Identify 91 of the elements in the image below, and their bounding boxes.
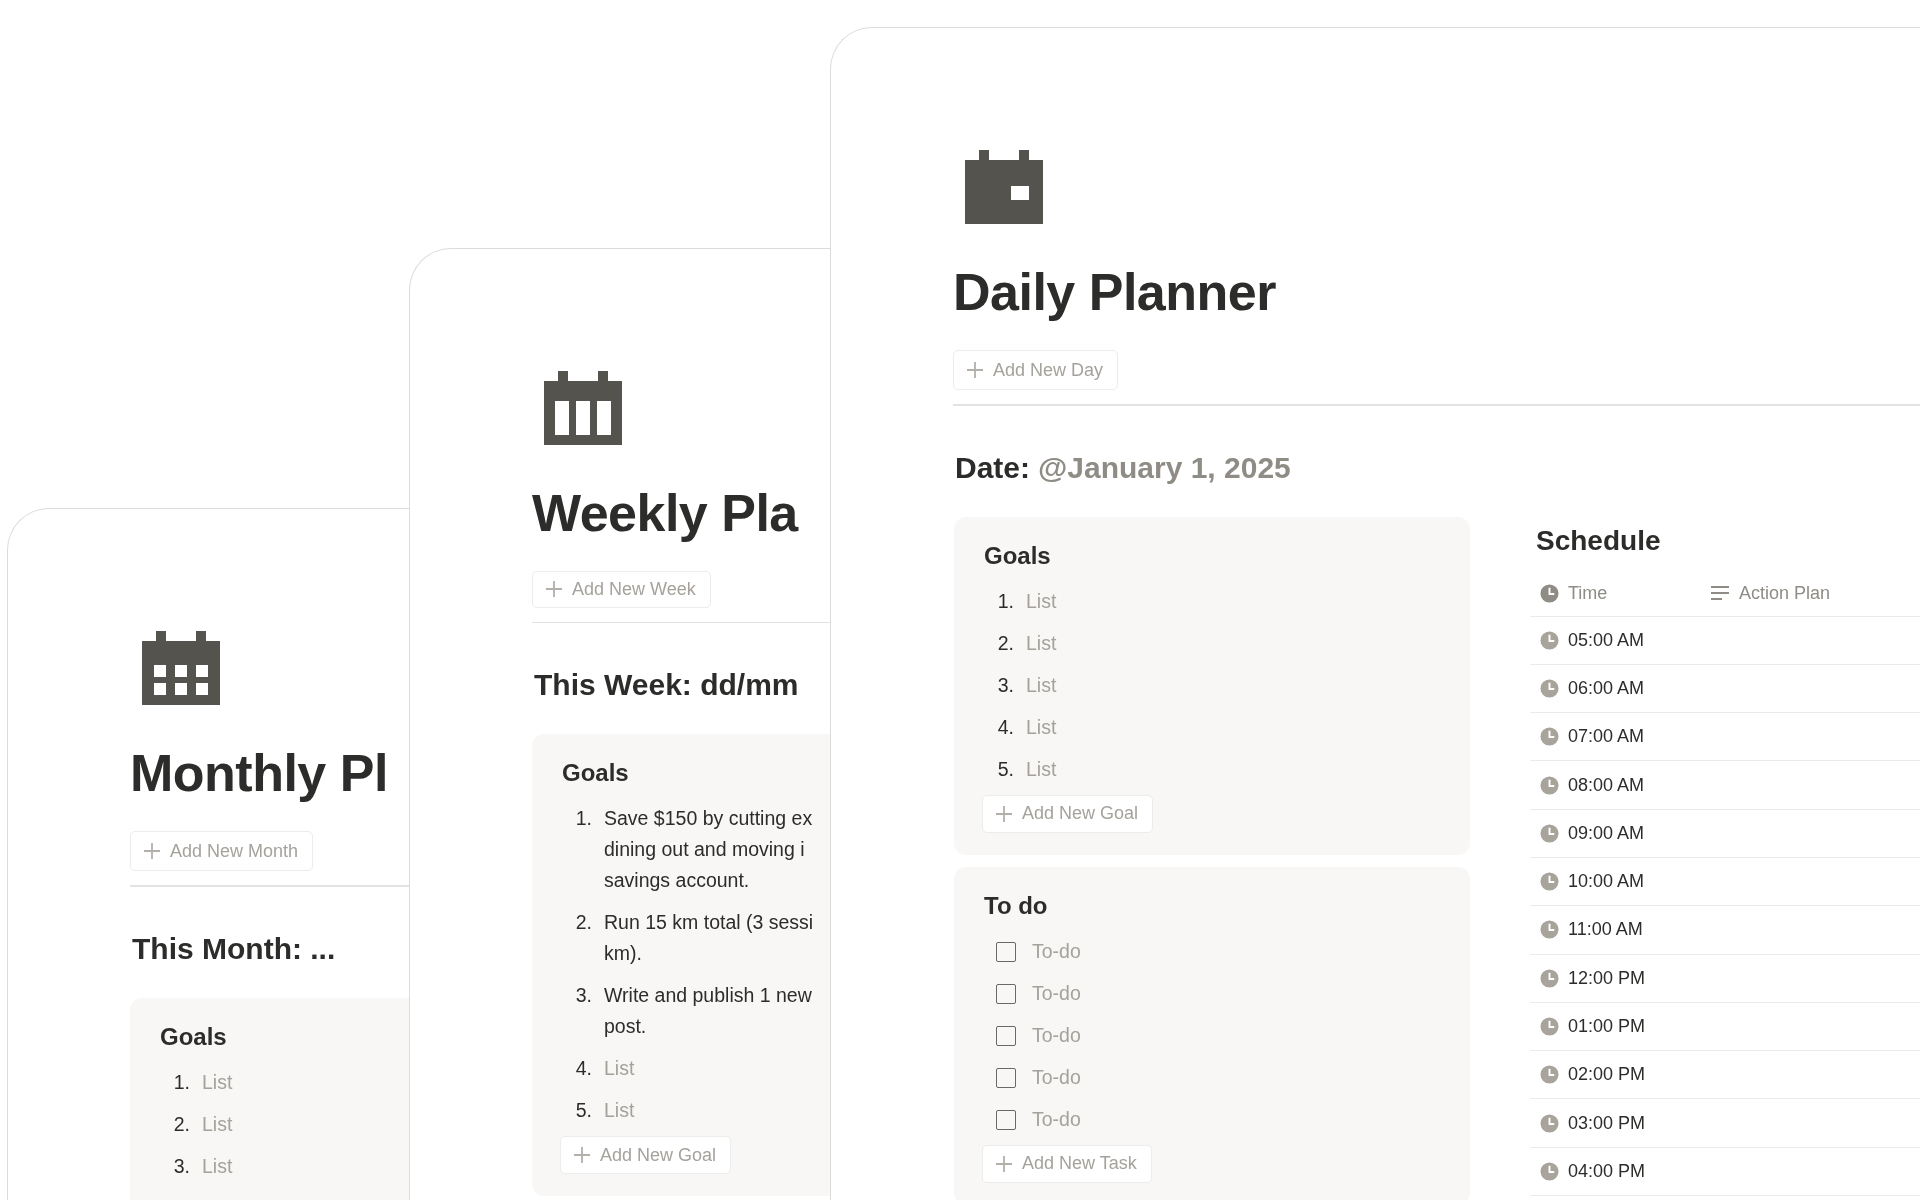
calendar-icon: [544, 371, 622, 445]
list-number: 5.: [574, 1098, 592, 1123]
goal-text: List: [1026, 714, 1057, 740]
text-lines-icon: [1710, 585, 1730, 601]
checkbox[interactable]: [996, 1025, 1016, 1046]
page-title: Monthly Pl: [130, 743, 388, 804]
add-button[interactable]: Add New Week: [532, 571, 711, 608]
goal-text: List: [1026, 672, 1057, 698]
goal-text: List: [202, 1153, 233, 1179]
todo-text: To-do: [1032, 1106, 1081, 1132]
calendar-icon: [142, 631, 220, 705]
time-cell: 04:00 PM: [1568, 1160, 1646, 1182]
plus-icon: [966, 361, 984, 379]
page-title: Daily Planner: [953, 262, 1276, 323]
todo-heading: To do: [984, 890, 1048, 921]
goal-text: List: [202, 1069, 233, 1095]
column-header[interactable]: Action Plan: [1739, 582, 1831, 604]
clock-icon: [1540, 678, 1559, 698]
clock-icon: [1540, 1161, 1559, 1181]
goal-text: List: [1026, 756, 1057, 782]
goals-heading: Goals: [562, 758, 629, 788]
checkbox[interactable]: [996, 941, 1016, 962]
goals-heading: Goals: [160, 1021, 227, 1052]
section-heading: This Month: ...: [132, 930, 336, 967]
goal-text: Save $150 by cutting ex dining out and moving i savings account.: [604, 806, 813, 893]
date-value[interactable]: @January 1, 2025: [1038, 447, 1291, 488]
list-number: 1.: [996, 588, 1014, 614]
list-number: 3.: [996, 672, 1014, 698]
calendar-icon: [965, 150, 1043, 224]
goal-text: Write and publish 1 new post.: [604, 983, 812, 1039]
page-title: Weekly Pla: [532, 483, 798, 544]
goal-text: Run 15 km total (3 sessi km).: [604, 910, 814, 966]
plus-icon: [573, 1146, 591, 1164]
time-cell: 02:00 PM: [1568, 1064, 1646, 1086]
list-number: 1.: [172, 1069, 190, 1095]
checkbox[interactable]: [996, 1067, 1016, 1088]
plus-icon: [545, 580, 563, 599]
date-label: Date:: [955, 449, 1030, 486]
clock-icon: [1540, 775, 1559, 795]
list-number: 1.: [574, 806, 592, 831]
time-cell: 05:00 AM: [1568, 629, 1645, 651]
list-number: 4.: [574, 1056, 592, 1081]
todo-text: To-do: [1032, 1022, 1081, 1048]
list-number: 2.: [172, 1111, 190, 1137]
clock-icon: [1540, 872, 1559, 892]
add-button[interactable]: Add New Month: [130, 831, 314, 871]
todo-text: To-do: [1032, 938, 1081, 964]
goals-heading: Goals: [984, 540, 1051, 571]
todo-text: To-do: [1032, 980, 1081, 1006]
clock-icon: [1540, 1017, 1559, 1036]
clock-icon: [1540, 583, 1559, 603]
list-number: 3.: [574, 983, 592, 1008]
plus-icon: [995, 1154, 1013, 1173]
section-heading: This Week: dd/mm: [534, 667, 799, 703]
clock-icon: [1540, 823, 1559, 843]
clock-icon: [1540, 1065, 1559, 1085]
schedule-heading: Schedule: [1536, 523, 1661, 558]
goal-text: List: [604, 1098, 635, 1123]
goal-text: List: [604, 1056, 635, 1081]
list-number: 5.: [996, 756, 1014, 782]
clock-icon: [1540, 727, 1559, 747]
list-number: 2.: [996, 630, 1014, 656]
checkbox[interactable]: [996, 1109, 1016, 1130]
column-header[interactable]: Time: [1568, 582, 1608, 604]
time-cell: 01:00 PM: [1568, 1016, 1646, 1037]
list-number: 4.: [996, 714, 1014, 740]
time-cell: 11:00 AM: [1568, 919, 1643, 941]
time-cell: 12:00 PM: [1568, 967, 1646, 989]
time-cell: 09:00 AM: [1568, 822, 1645, 844]
list-number: 2.: [574, 910, 592, 935]
time-cell: 06:00 AM: [1568, 677, 1645, 699]
plus-icon: [995, 804, 1013, 823]
plus-icon: [143, 842, 161, 860]
add-button[interactable]: Add New Goal: [560, 1136, 732, 1174]
todo-text: To-do: [1032, 1064, 1081, 1090]
clock-icon: [1540, 920, 1559, 940]
add-button[interactable]: Add New Day: [953, 350, 1119, 390]
add-button[interactable]: Add New Goal: [982, 794, 1154, 833]
list-number: 3.: [172, 1153, 190, 1179]
goal-text: List: [1026, 630, 1057, 656]
checkbox[interactable]: [996, 983, 1016, 1004]
clock-icon: [1540, 630, 1559, 650]
time-cell: 10:00 AM: [1568, 871, 1645, 893]
time-cell: 08:00 AM: [1568, 774, 1645, 796]
clock-icon: [1540, 968, 1559, 988]
time-cell: 03:00 PM: [1568, 1112, 1646, 1134]
time-cell: 07:00 AM: [1568, 726, 1645, 748]
add-button[interactable]: Add New Task: [982, 1144, 1152, 1183]
goal-text: List: [202, 1111, 233, 1137]
goal-text: List: [1026, 588, 1057, 614]
clock-icon: [1540, 1113, 1559, 1133]
